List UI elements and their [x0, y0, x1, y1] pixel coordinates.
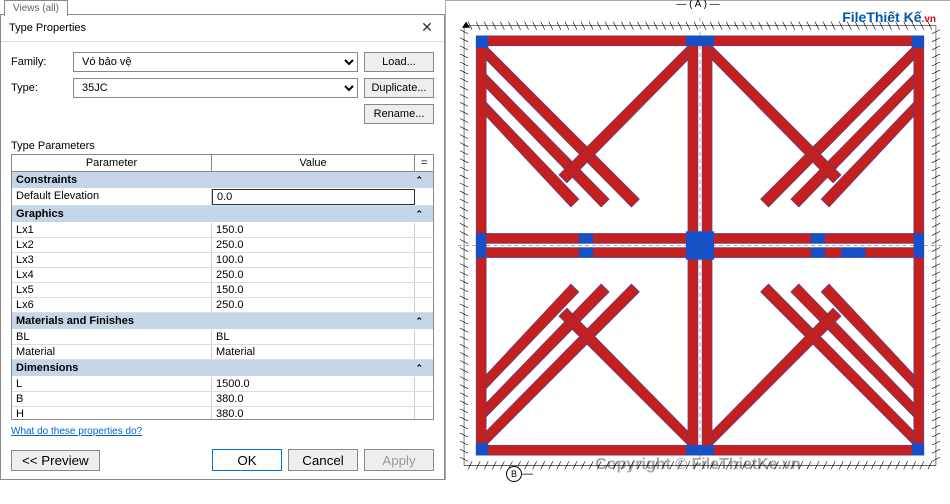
param-value[interactable]: 100.0 — [212, 253, 415, 267]
collapse-icon[interactable]: ⌃ — [415, 363, 429, 374]
param-eq — [415, 392, 433, 406]
param-value[interactable]: 1500.0 — [212, 377, 415, 391]
param-value[interactable]: Material — [212, 345, 415, 359]
param-row[interactable]: BLBL — [12, 330, 433, 345]
param-value[interactable]: 250.0 — [212, 238, 415, 252]
param-name: Lx4 — [12, 268, 212, 282]
collapse-icon[interactable]: ⌃ — [415, 175, 429, 186]
param-row[interactable]: Lx3100.0 — [12, 253, 433, 268]
param-value[interactable]: 250.0 — [212, 298, 415, 312]
type-properties-dialog: Type Properties ✕ Family: Vó bảo vệ Load… — [0, 14, 445, 480]
param-row[interactable]: Default Elevation0.0 — [12, 189, 433, 206]
param-eq — [415, 223, 433, 237]
param-name: Lx6 — [12, 298, 212, 312]
column-parameter[interactable]: Parameter — [12, 155, 212, 171]
views-tab[interactable]: Views (all) — [4, 0, 68, 16]
param-eq — [415, 253, 433, 267]
type-parameters-label: Type Parameters — [11, 140, 434, 152]
param-eq — [415, 345, 433, 359]
param-name: BL — [12, 330, 212, 344]
param-eq — [415, 377, 433, 391]
param-row[interactable]: MaterialMaterial — [12, 345, 433, 360]
param-row[interactable]: Lx5150.0 — [12, 283, 433, 298]
param-name: Lx5 — [12, 283, 212, 297]
family-select[interactable]: Vó bảo vệ — [73, 52, 358, 72]
load-button[interactable]: Load... — [364, 52, 434, 72]
param-row[interactable]: H380.0 — [12, 407, 433, 420]
param-name: L — [12, 377, 212, 391]
param-name: Lx2 — [12, 238, 212, 252]
param-eq — [415, 189, 433, 205]
param-row[interactable]: L1500.0 — [12, 377, 433, 392]
param-group[interactable]: Materials and Finishes⌃ — [12, 313, 433, 330]
param-value[interactable]: 150.0 — [212, 223, 415, 237]
param-row[interactable]: Lx6250.0 — [12, 298, 433, 313]
param-row[interactable]: Lx1150.0 — [12, 223, 433, 238]
grid-marker-b: B— — [506, 466, 533, 482]
param-name: Material — [12, 345, 212, 359]
param-name: Default Elevation — [12, 189, 212, 205]
param-row[interactable]: B380.0 — [12, 392, 433, 407]
param-group[interactable]: Graphics⌃ — [12, 206, 433, 223]
apply-button: Apply — [364, 449, 434, 471]
param-name: H — [12, 407, 212, 420]
help-link[interactable]: What do these properties do? — [11, 426, 434, 437]
duplicate-button[interactable]: Duplicate... — [364, 78, 434, 98]
column-value[interactable]: Value — [212, 155, 415, 171]
preview-button[interactable]: << Preview — [11, 450, 100, 471]
column-eq[interactable]: = — [415, 155, 433, 171]
param-eq — [415, 330, 433, 344]
param-value[interactable]: 380.0 — [212, 392, 415, 406]
param-group[interactable]: Dimensions⌃ — [12, 360, 433, 377]
param-value[interactable]: BL — [212, 330, 415, 344]
family-label: Family: — [11, 56, 67, 68]
param-eq — [415, 407, 433, 420]
collapse-icon[interactable]: ⌃ — [415, 209, 429, 220]
copyright-watermark: Copyright © FileThietKe.vn — [595, 456, 801, 474]
dialog-title: Type Properties — [9, 22, 86, 34]
param-value[interactable]: 0.0 — [212, 189, 415, 205]
drawing-svg — [458, 9, 942, 480]
logo-watermark: FileThiết Kế.vn — [842, 9, 936, 25]
drawing-canvas-pane: — ( A ) — — [445, 0, 950, 480]
cancel-button[interactable]: Cancel — [288, 449, 358, 471]
param-value[interactable]: 250.0 — [212, 268, 415, 282]
type-select[interactable]: 35JC — [73, 78, 358, 98]
rename-button[interactable]: Rename... — [364, 104, 434, 124]
param-eq — [415, 268, 433, 282]
param-name: Lx1 — [12, 223, 212, 237]
ok-button[interactable]: OK — [212, 449, 282, 471]
collapse-icon[interactable]: ⌃ — [415, 316, 429, 327]
param-row[interactable]: Lx2250.0 — [12, 238, 433, 253]
param-group[interactable]: Constraints⌃ — [12, 172, 433, 189]
param-value[interactable]: 150.0 — [212, 283, 415, 297]
param-name: B — [12, 392, 212, 406]
type-label: Type: — [11, 82, 67, 94]
param-eq — [415, 283, 433, 297]
drawing-canvas[interactable] — [458, 9, 942, 480]
param-name: Lx3 — [12, 253, 212, 267]
param-row[interactable]: Lx4250.0 — [12, 268, 433, 283]
param-eq — [415, 298, 433, 312]
close-icon[interactable]: ✕ — [418, 19, 436, 37]
params-table: Parameter Value = Constraints⌃Default El… — [11, 154, 434, 420]
param-value[interactable]: 380.0 — [212, 407, 415, 420]
param-eq — [415, 238, 433, 252]
